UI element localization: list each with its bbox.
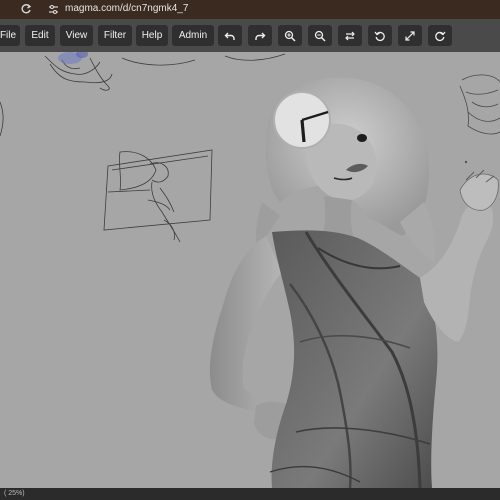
reload-icon[interactable]	[20, 3, 32, 15]
redo-icon	[255, 32, 266, 40]
zoom-in-button[interactable]	[278, 25, 302, 46]
rotate-right-button[interactable]	[428, 25, 452, 46]
storyboard-sketch	[103, 149, 213, 243]
rotate-left-button[interactable]	[368, 25, 392, 46]
undo-button[interactable]	[218, 25, 242, 46]
zoom-out-icon	[314, 30, 326, 42]
zoom-level: ( 25%)	[4, 490, 25, 497]
menu-view[interactable]: View	[60, 25, 93, 46]
url-text[interactable]: magma.com/d/cn7ngmk4_7	[65, 3, 188, 14]
stray-dot	[464, 160, 468, 164]
menu-filter[interactable]: Filter	[98, 25, 132, 46]
redo-button[interactable]	[248, 25, 272, 46]
menu-file[interactable]: File	[0, 25, 20, 46]
browser-address-bar: magma.com/d/cn7ngmk4_7	[0, 0, 500, 19]
rotate-left-icon	[374, 31, 385, 42]
drawing-canvas[interactable]	[0, 52, 500, 488]
zoom-out-button[interactable]	[308, 25, 332, 46]
flip-button[interactable]	[338, 25, 362, 46]
undo-icon	[224, 32, 235, 40]
app-toolbar: File Edit View Filter Help Admin	[0, 19, 500, 52]
rotate-right-icon	[435, 31, 446, 42]
fullscreen-button[interactable]	[398, 25, 422, 46]
menu-help[interactable]: Help	[136, 25, 168, 46]
sketch-top-left	[0, 53, 286, 137]
menu-edit[interactable]: Edit	[25, 25, 55, 46]
status-bar: ( 25%)	[0, 488, 500, 500]
zoom-in-icon	[284, 30, 296, 42]
fullscreen-icon	[405, 31, 415, 41]
sketch-top-right	[459, 74, 500, 135]
menu-admin[interactable]: Admin	[172, 25, 214, 46]
site-info-icon[interactable]	[48, 4, 59, 15]
artwork	[0, 52, 500, 488]
character-painting	[209, 77, 499, 488]
blue-scribble	[58, 52, 88, 64]
flip-icon	[345, 31, 355, 41]
